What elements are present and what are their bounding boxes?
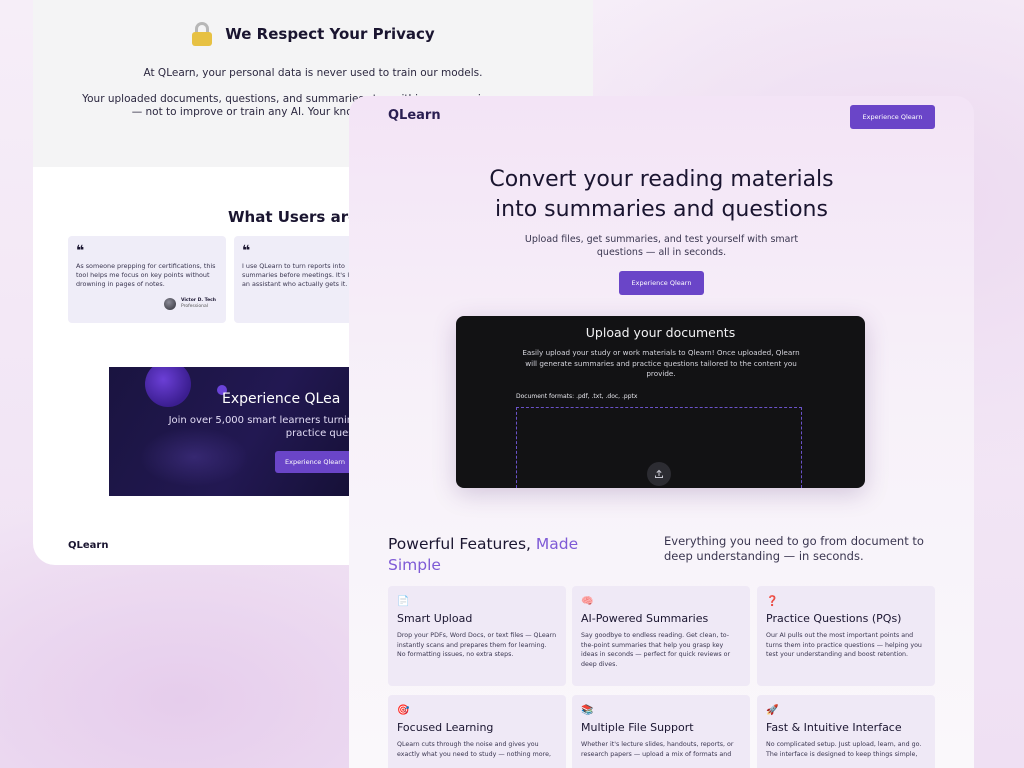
books-icon: 📚 [581,705,594,716]
feature-card-smart-upload: 📄 Smart Upload Drop your PDFs, Word Docs… [388,586,566,686]
feature-title: Fast & Intuitive Interface [766,721,902,734]
hero-title-line1: Convert your reading materials [489,167,834,192]
feature-description: Our AI pulls out the most important poin… [766,632,922,658]
hero-title: Convert your reading materials into summ… [349,165,974,225]
feature-card-ai-summaries: 🧠 AI-Powered Summaries Say goodbye to en… [572,586,750,686]
feature-title: Practice Questions (PQs) [766,612,902,625]
question-mark-icon: ❓ [766,596,779,607]
target-icon: 🎯 [397,705,410,716]
quote-icon: ❝ [242,243,251,259]
privacy-text: At QLearn, your personal data is never u… [143,67,483,79]
document-formats: Document formats: .pdf, .txt, .doc, .ppt… [516,393,638,400]
author-role: Professional [180,304,208,309]
footer-logo[interactable]: QLearn [68,540,108,551]
cta-title: Experience QLea [222,391,341,407]
feature-description: Say goodbye to endless reading. Get clea… [581,632,731,668]
feature-description: Whether it's lecture slides, handouts, r… [581,741,734,758]
landing-page-preview: QLearn Experience Qlearn Convert your re… [349,96,974,768]
hero-experience-button[interactable]: Experience Qlearn [619,271,704,295]
testimonial-text: As someone prepping for certifications, … [76,262,216,288]
feature-title: Smart Upload [397,612,473,625]
feature-title: Multiple File Support [581,721,694,734]
feature-title: Focused Learning [397,721,494,734]
features-subtitle: Everything you need to go from document … [664,534,924,563]
upload-description: Easily upload your study or work materia… [522,348,800,378]
features-title: Powerful Features, Made Simple [388,534,628,576]
hero-subtitle: Upload files, get summaries, and test yo… [524,234,799,258]
cta-banner: Experience QLea Join over 5,000 smart le… [109,367,369,496]
testimonial-text: I use QLearn to turn reports into summar… [242,262,359,288]
privacy-title: We Respect Your Privacy [225,25,435,43]
privacy-heading: We Respect Your Privacy [33,22,593,46]
feature-card-fast-interface: 🚀 Fast & Intuitive Interface No complica… [757,695,935,768]
rocket-icon: 🚀 [766,705,779,716]
feature-description: Drop your PDFs, Word Docs, or text files… [397,632,557,658]
cta-subtitle: Join over 5,000 smart learners turning d… [168,415,369,439]
upload-title: Upload your documents [585,325,736,340]
lock-icon [191,22,213,46]
upload-panel: Upload your documents Easily upload your… [456,316,865,488]
document-icon: 📄 [397,596,410,607]
logo[interactable]: QLearn [388,108,441,123]
quote-icon: ❝ [76,243,85,259]
feature-description: QLearn cuts through the noise and gives … [397,741,551,758]
brain-icon: 🧠 [581,596,594,607]
feature-title: AI-Powered Summaries [581,612,709,625]
feature-card-multiple-file-support: 📚 Multiple File Support Whether it's lec… [572,695,750,768]
experience-qlearn-button[interactable]: Experience Qlearn [275,451,355,473]
feature-card-practice-questions: ❓ Practice Questions (PQs) Our AI pulls … [757,586,935,686]
decorative-orb [145,367,191,407]
testimonial-author: Victor D. Tech Professional [163,298,216,310]
features-title-main: Powerful Features, [388,535,536,553]
avatar [163,298,176,310]
testimonial-card: ❝ As someone prepping for certifications… [68,236,226,323]
hero-title-line2: into summaries and questions [495,197,828,222]
nav-experience-button[interactable]: Experience Qlearn [850,105,935,129]
upload-icon[interactable] [647,462,671,486]
feature-description: No complicated setup. Just upload, learn… [766,741,922,758]
feature-card-focused-learning: 🎯 Focused Learning QLearn cuts through t… [388,695,566,768]
